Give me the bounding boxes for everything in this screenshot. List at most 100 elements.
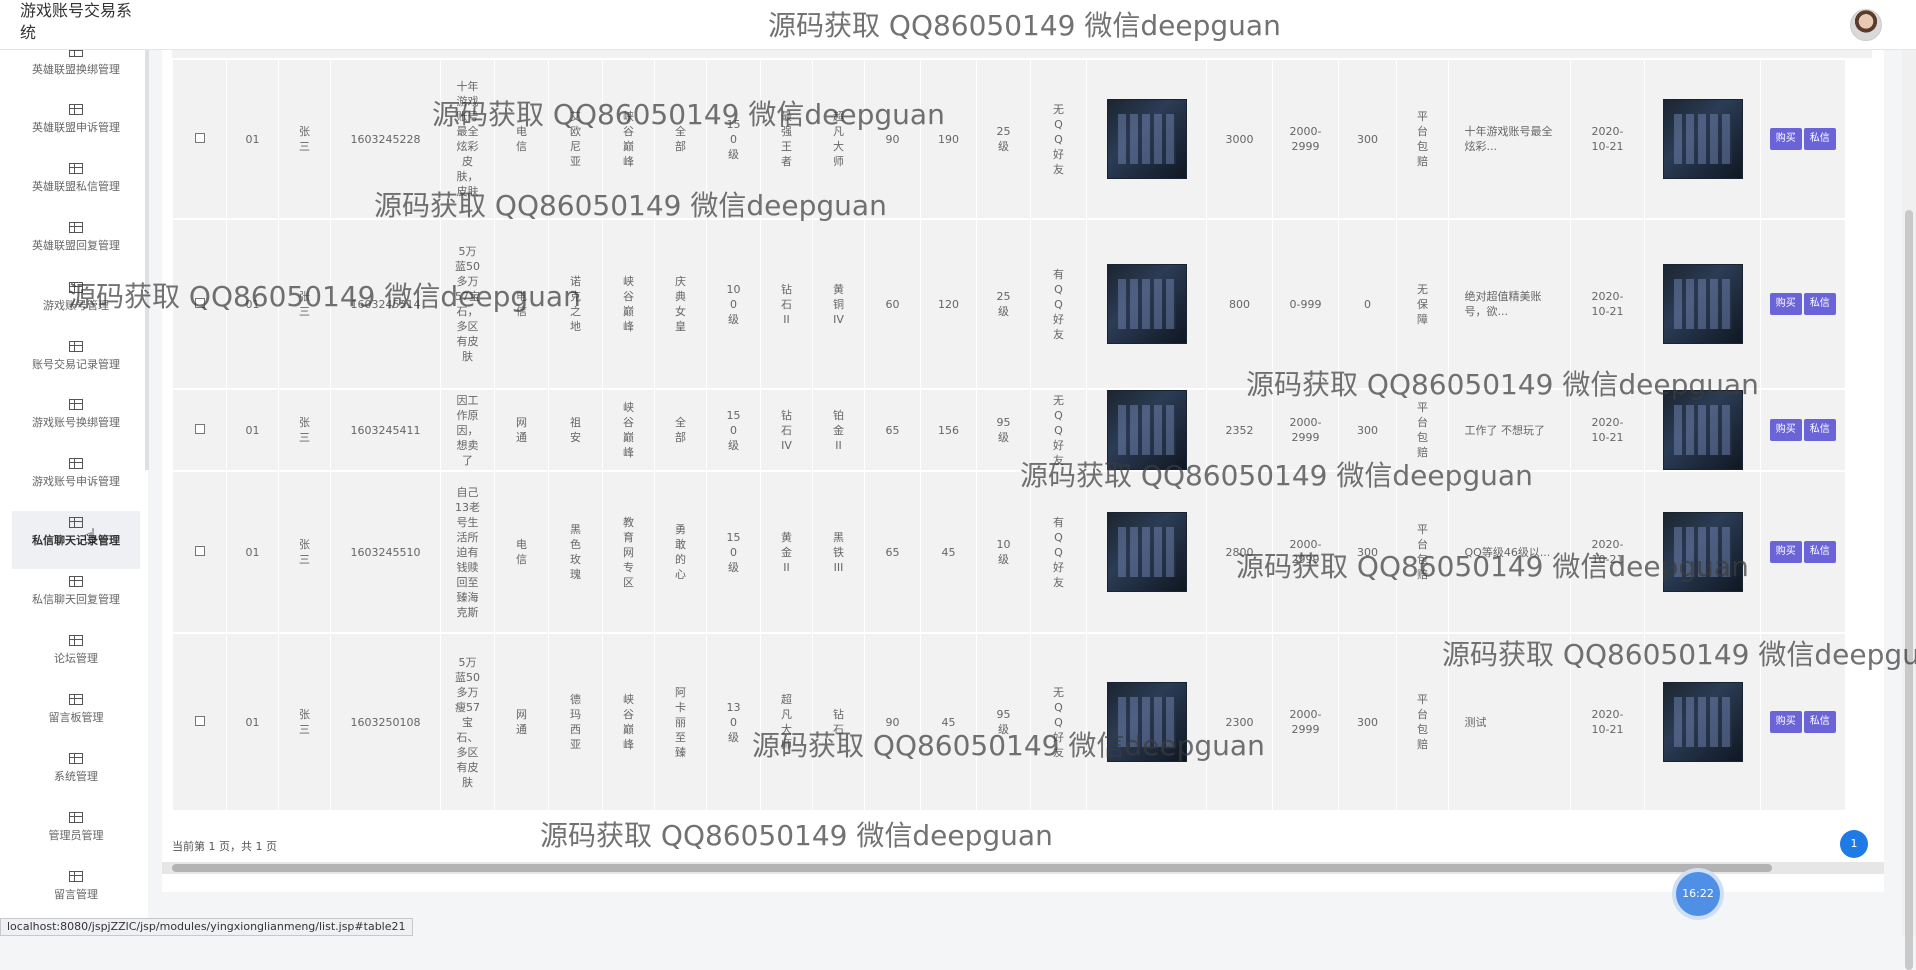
vertical-scrollbar-thumb[interactable] [1905,210,1913,970]
message-button[interactable]: 私信 [1803,419,1836,441]
buy-button[interactable]: 购买 [1769,419,1802,441]
cell-guarantee: 平台包赔 [1417,110,1428,168]
account-image [1662,99,1743,179]
table-cell: 130级 [706,634,761,810]
table-cell: 25级 [976,220,1031,388]
pagination-current[interactable]: 1 [1840,830,1868,858]
buy-button[interactable]: 购买 [1769,711,1802,733]
table-cell: 网通 [494,634,549,810]
cell-guarantee: 平台包赔 [1417,401,1428,459]
cell-friend: 有QQ好友 [1053,515,1064,589]
thumbnail-cell [1086,472,1207,632]
table-icon [69,341,83,352]
account-image [1662,682,1743,762]
sidebar-item[interactable]: 游戏账号申诉管理 [12,452,140,510]
table-cell: 90 [864,634,921,810]
table-cell: 庆典女皇 [654,220,707,388]
row-checkbox[interactable] [194,715,205,726]
cell-price: 800 [1229,297,1250,311]
table-cell: 25级 [976,60,1031,218]
sidebar-item[interactable]: 私信聊天回复管理 [12,570,140,628]
watermark-text: 源码获取 QQ86050149 微信deepguan [1246,368,1759,401]
avatar[interactable] [1850,9,1882,41]
cell-rune: 95级 [996,416,1011,444]
sidebar-item[interactable]: 论坛管理 [12,629,140,687]
table-cell: 1603245411 [330,390,441,470]
cell-guarantee: 平台包赔 [1417,693,1428,751]
sidebar-item[interactable]: 账号交易记录管理 [12,335,140,393]
cell-no: 01 [245,545,260,559]
table-icon [69,753,83,764]
buy-button[interactable]: 购买 [1769,541,1802,563]
message-button[interactable]: 私信 [1803,541,1836,563]
table-cell: 黑色玫瑰 [548,472,603,632]
watermark-text: 源码获取 QQ86050149 微信deepguan [432,98,945,131]
vertical-scrollbar[interactable] [1902,50,1916,970]
message-button[interactable]: 私信 [1803,711,1836,733]
table-cell: 1603245510 [330,472,441,632]
cell-deposit: 300 [1357,423,1378,437]
sidebar-scrollbar[interactable] [145,50,149,470]
cell-title: 因工作原因，想卖了 [456,393,479,467]
table-cell: 5万蓝50多万瘦57宝石、多区有皮肤 [440,634,495,810]
horizontal-scrollbar-thumb[interactable] [172,864,1772,872]
message-button[interactable]: 私信 [1803,128,1836,150]
checkbox-cell[interactable] [172,472,227,632]
cell-rank1: 钻石II [781,282,792,326]
cell-deposit: 0 [1364,297,1371,311]
row-checkbox[interactable] [194,545,205,556]
table-cell: 01 [226,472,279,632]
sidebar-item[interactable]: 游戏账号换绑管理 [12,393,140,451]
sidebar-item[interactable]: 私信聊天记录管理 [12,511,140,569]
cell-no: 01 [245,715,260,729]
table-cell: 峡谷巅峰 [602,220,655,388]
message-button[interactable]: 私信 [1803,293,1836,315]
buy-button[interactable]: 购买 [1769,128,1802,150]
table-icon [69,163,83,174]
buy-button[interactable]: 购买 [1769,293,1802,315]
row-actions: 购买 私信 [1765,541,1841,563]
horizontal-scrollbar[interactable] [162,862,1884,874]
sidebar-item-label: 英雄联盟回复管理 [32,239,120,252]
table-cell: 德玛西亚 [548,634,603,810]
cell-user: 张三 [299,538,310,566]
sidebar-item[interactable]: 管理员管理 [12,806,140,864]
watermark-text: 源码获取 QQ86050149 微信deepguan [752,729,1265,762]
cell-hero: 勇敢的心 [675,523,686,581]
sidebar-item[interactable]: 英雄联盟换绑管理 [12,50,140,98]
cell-level: 130级 [726,700,741,744]
cell-range: 2000-2999 [1289,708,1322,736]
table-icon [69,812,83,823]
sidebar-item[interactable]: 留言板管理 [12,688,140,746]
watermark-text: 源码获取 QQ86050149 微信deepguan [68,280,581,313]
account-table: 01 张三 1603245228 十年游戏账号最全炫彩皮肤，皮肤 电信 艾欧尼亚 峡谷巅峰全… [172,60,1845,810]
sidebar-item[interactable]: 英雄联盟私信管理 [12,157,140,215]
sidebar-item[interactable]: 系统管理 [12,747,140,805]
sidebar-item[interactable]: 英雄联盟回复管理 [12,216,140,274]
cell-user: 张三 [299,125,310,153]
table-cell: 钻石IV [760,390,813,470]
table-cell: 平台包赔 [1396,60,1449,218]
table-cell: 156 [920,390,977,470]
sidebar-item[interactable]: 英雄联盟申诉管理 [12,98,140,156]
table-cell: 十年游戏账号最全炫彩... [1448,60,1571,218]
table-cell: 100级 [706,220,761,388]
sidebar-item[interactable]: 留言管理 [12,865,140,923]
cell-date: 2020-10-21 [1591,416,1624,444]
cell-rank2: 黄铜IV [833,282,844,326]
table-cell: 祖安 [548,390,603,470]
cell-num2: 190 [938,132,959,146]
thumbnail-cell [1086,634,1207,810]
checkbox-cell[interactable] [172,60,227,218]
checkbox-cell[interactable] [172,390,227,470]
cell-no: 01 [245,423,260,437]
row-checkbox[interactable] [194,132,205,143]
cell-map: 峡谷巅峰 [623,401,634,459]
cell-level: 150级 [726,530,741,574]
table-cell: 300 [1338,60,1397,218]
cell-area: 祖安 [570,416,581,444]
row-checkbox[interactable] [194,423,205,434]
table-cell: 95级 [976,634,1031,810]
checkbox-cell[interactable] [172,634,227,810]
cell-price: 2352 [1225,423,1254,437]
